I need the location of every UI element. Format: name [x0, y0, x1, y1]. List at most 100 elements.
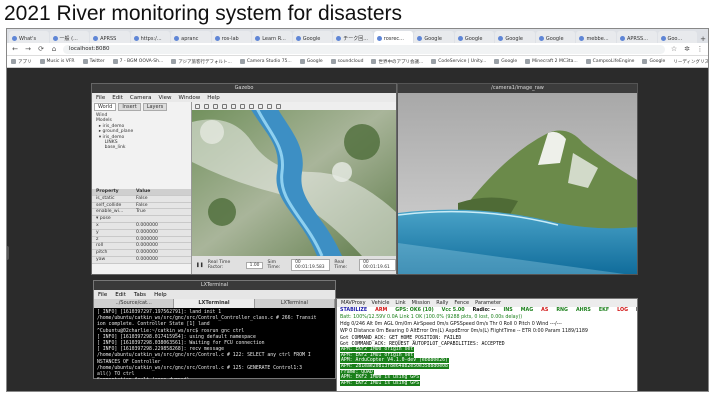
- gazebo-menu-item[interactable]: Edit: [112, 95, 123, 101]
- bookmark-icon: [525, 59, 531, 64]
- terminal-tab[interactable]: ../Source/cat...: [94, 299, 175, 308]
- mavproxy-console[interactable]: MAVProxy Vehicle Link Mission Rally Fence Para…: [336, 298, 638, 391]
- home-icon[interactable]: ⌂: [50, 45, 58, 53]
- terminal-tab[interactable]: LXTerminal: [174, 299, 255, 308]
- menu-icon[interactable]: ⋮: [696, 45, 704, 53]
- bookmark-item[interactable]: Google: [642, 59, 665, 64]
- sphere-shape-icon[interactable]: [249, 103, 254, 109]
- browser-tab[interactable]: apranc: [171, 31, 211, 43]
- browser-tab[interactable]: APRSS...: [616, 31, 657, 43]
- bookmark-item[interactable]: Twitter: [82, 59, 105, 64]
- mavproxy-menu-item[interactable]: Vehicle: [372, 300, 390, 306]
- new-tab-button[interactable]: +: [698, 35, 708, 43]
- scale-icon[interactable]: [222, 103, 227, 109]
- browser-tab[interactable]: mebbe...: [576, 31, 616, 43]
- property-row[interactable]: yaw 0.000000: [92, 256, 191, 264]
- tab-favicon-icon: [376, 36, 382, 41]
- gazebo-menu-item[interactable]: Help: [207, 95, 220, 101]
- bookmark-item[interactable]: Google: [494, 59, 517, 64]
- browser-tab[interactable]: Google: [535, 31, 576, 43]
- sim-time-label: Sim Time:: [267, 260, 281, 270]
- extensions-icon[interactable]: ✲: [683, 45, 691, 53]
- camera-image-window[interactable]: /camera1/image_raw: [397, 83, 638, 275]
- browser-tab[interactable]: Google: [414, 31, 454, 43]
- lxterminal-window[interactable]: LXTerminal File Edit Tabs Help ../Source/ca…: [93, 280, 336, 379]
- bookmark-item[interactable]: Minecraft 2 MC3ta...: [525, 59, 578, 64]
- tree-item[interactable]: base_link: [96, 145, 187, 150]
- reading-list-button[interactable]: リーディングリスト: [673, 59, 708, 65]
- property-row[interactable]: ▾ pose: [92, 216, 191, 223]
- bookmark-item[interactable]: soundcloud: [330, 59, 363, 64]
- gazebo-panel-tab[interactable]: World: [94, 103, 117, 111]
- reload-icon[interactable]: ⟳: [37, 45, 45, 53]
- camera-feed-render: [398, 93, 637, 274]
- bookmark-item[interactable]: CampsoLifeEngine: [585, 59, 634, 64]
- bookmark-item[interactable]: 世界中のアプリ会議...: [371, 59, 423, 65]
- pause-icon[interactable]: ❚❚: [196, 263, 204, 268]
- property-row[interactable]: y 0.000000: [92, 229, 191, 237]
- tab-favicon-icon: [12, 36, 17, 41]
- property-row[interactable]: is_static False: [92, 195, 191, 203]
- bookmark-item[interactable]: アジア旅客行デフォルト...: [171, 59, 232, 65]
- remote-desktop[interactable]: Gazebo File Edit Camera View Window Help Worl…: [7, 68, 708, 391]
- gazebo-menubar: File Edit Camera View Window Help: [92, 93, 396, 102]
- browser-tab[interactable]: Goo...: [657, 31, 698, 43]
- mavproxy-menu-item[interactable]: Link: [395, 300, 405, 306]
- gazebo-menu-item[interactable]: Window: [179, 95, 201, 101]
- bookmark-item[interactable]: 7 - BGM OOVA-Sh...: [112, 59, 163, 64]
- browser-tab[interactable]: https:/...: [130, 31, 171, 43]
- terminal-menu-item[interactable]: Tabs: [134, 292, 146, 298]
- side-panel-handle[interactable]: [7, 246, 9, 260]
- gazebo-panel-tab[interactable]: Insert: [118, 103, 141, 111]
- back-icon[interactable]: ←: [11, 45, 19, 53]
- mavproxy-menu-item[interactable]: Rally: [436, 300, 448, 306]
- gazebo-menu-item[interactable]: File: [96, 95, 105, 101]
- bookmark-item[interactable]: Camera Studio 75...: [239, 59, 292, 64]
- browser-tab[interactable]: Google: [454, 31, 495, 43]
- browser-tab[interactable]: ros-lab: [211, 31, 252, 43]
- translate-icon[interactable]: [204, 103, 209, 109]
- property-row[interactable]: pitch 0.000000: [92, 250, 191, 257]
- cylinder-shape-icon[interactable]: [258, 103, 263, 109]
- mavproxy-menu-item[interactable]: Parameter: [475, 300, 501, 306]
- undo-icon[interactable]: [231, 103, 236, 109]
- bookmark-item[interactable]: CodeService | Unity...: [431, 59, 486, 64]
- box-shape-icon[interactable]: [240, 103, 245, 109]
- gazebo-menu-item[interactable]: View: [158, 95, 171, 101]
- browser-tab[interactable]: Learn R...: [252, 31, 292, 43]
- terminal-tab[interactable]: LXTerminal: [255, 299, 335, 308]
- browser-tab[interactable]: rosrec...: [373, 31, 414, 43]
- bookmark-item[interactable]: アプリ: [11, 59, 32, 65]
- bookmark-item[interactable]: Google: [299, 59, 323, 64]
- url-field[interactable]: localhost:8080: [63, 44, 665, 54]
- star-icon[interactable]: ☆: [670, 45, 678, 53]
- rotate-icon[interactable]: [213, 103, 218, 109]
- tab-favicon-icon: [457, 36, 463, 41]
- select-icon[interactable]: [195, 103, 200, 109]
- mavproxy-menu-item[interactable]: Fence: [454, 300, 469, 306]
- browser-tab[interactable]: Google: [292, 31, 333, 43]
- gazebo-menu-item[interactable]: Camera: [130, 95, 152, 101]
- screenshot-icon[interactable]: [276, 103, 281, 109]
- property-row[interactable]: x 0.000000: [92, 222, 191, 230]
- browser-tab[interactable]: What's: [9, 31, 49, 43]
- mavproxy-menu-item[interactable]: MAVProxy: [341, 300, 366, 306]
- browser-tab[interactable]: Google: [495, 31, 535, 43]
- gazebo-3d-viewport[interactable]: [192, 102, 396, 256]
- bookmark-item[interactable]: Music is VFR: [39, 59, 75, 64]
- light-icon[interactable]: [267, 103, 272, 109]
- gazebo-window[interactable]: Gazebo File Edit Camera View Window Help Worl…: [91, 83, 397, 275]
- forward-icon[interactable]: →: [24, 45, 32, 53]
- browser-tab[interactable]: 一般 (...: [49, 31, 90, 43]
- browser-tab[interactable]: APRSS: [90, 31, 130, 43]
- terminal-menu-item[interactable]: Edit: [115, 292, 126, 298]
- presentation-slide: 2021 River monitoring system for disaste…: [0, 0, 720, 405]
- terminal-menu-item[interactable]: File: [98, 292, 107, 298]
- property-row[interactable]: enable_wi... True: [92, 209, 191, 217]
- bookmark-icon: [112, 59, 118, 64]
- mavproxy-menu-item[interactable]: Mission: [412, 300, 431, 306]
- gazebo-panel-tab[interactable]: Layers: [142, 103, 168, 111]
- browser-tab[interactable]: チーク回...: [333, 31, 373, 43]
- terminal-output[interactable]: [ INFO] [1610397297.197562791]: land ini…: [94, 308, 335, 379]
- terminal-menu-item[interactable]: Help: [154, 292, 167, 298]
